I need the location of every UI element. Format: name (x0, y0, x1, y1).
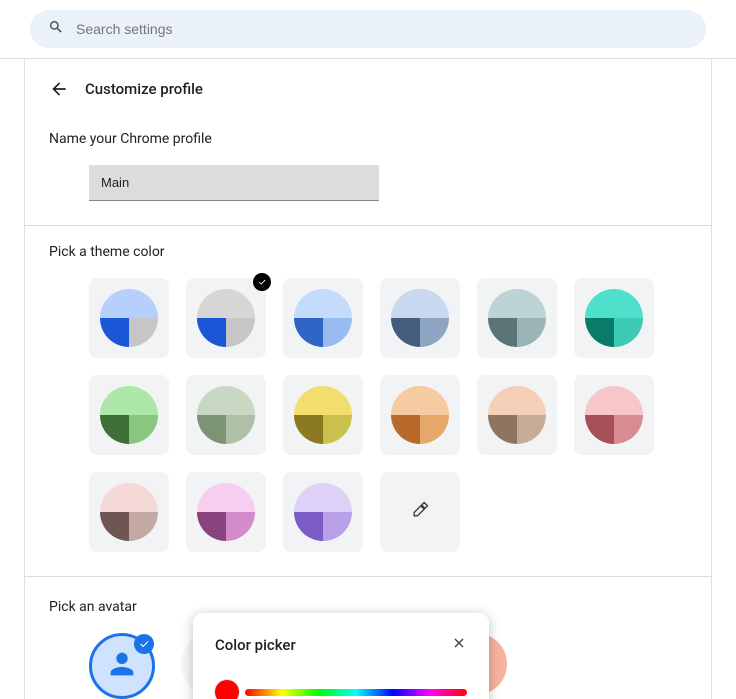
theme-swatch[interactable] (186, 278, 266, 358)
theme-swatch[interactable] (477, 278, 557, 358)
search-input[interactable] (76, 21, 688, 37)
theme-swatch[interactable] (186, 472, 266, 552)
theme-swatch[interactable] (477, 375, 557, 455)
page-title: Customize profile (85, 80, 203, 98)
theme-swatch[interactable] (574, 278, 654, 358)
main-panel: Customize profile Name your Chrome profi… (24, 59, 712, 699)
check-icon (134, 634, 154, 654)
theme-swatch[interactable] (89, 278, 169, 358)
search-icon (48, 19, 64, 39)
hue-slider[interactable] (215, 680, 467, 699)
theme-swatch[interactable] (574, 375, 654, 455)
theme-section: Pick a theme color (25, 226, 711, 576)
hue-track[interactable] (245, 689, 467, 696)
page-header: Customize profile (25, 59, 711, 113)
profile-name-section: Name your Chrome profile (25, 113, 711, 225)
theme-swatch[interactable] (186, 375, 266, 455)
search-bar[interactable] (30, 10, 706, 48)
hue-knob[interactable] (215, 680, 239, 699)
theme-swatch[interactable] (283, 472, 363, 552)
profile-name-label: Name your Chrome profile (49, 131, 687, 147)
person-icon (105, 647, 139, 685)
theme-swatch[interactable] (380, 375, 460, 455)
eyedropper-icon (410, 500, 430, 524)
search-area (0, 0, 736, 59)
theme-swatch[interactable] (89, 472, 169, 552)
theme-swatch[interactable] (283, 375, 363, 455)
theme-label: Pick a theme color (49, 244, 687, 260)
color-picker-title: Color picker (215, 636, 296, 654)
color-picker-popover: Color picker (193, 613, 489, 699)
theme-swatch[interactable] (380, 278, 460, 358)
close-icon[interactable] (451, 635, 467, 655)
theme-swatch[interactable] (89, 375, 169, 455)
profile-name-input[interactable] (89, 165, 379, 201)
custom-color-button[interactable] (380, 472, 460, 552)
back-arrow-icon[interactable] (49, 79, 69, 99)
check-icon (253, 273, 271, 291)
theme-swatch[interactable] (283, 278, 363, 358)
theme-grid (89, 278, 687, 552)
avatar-default-person[interactable] (89, 633, 155, 699)
